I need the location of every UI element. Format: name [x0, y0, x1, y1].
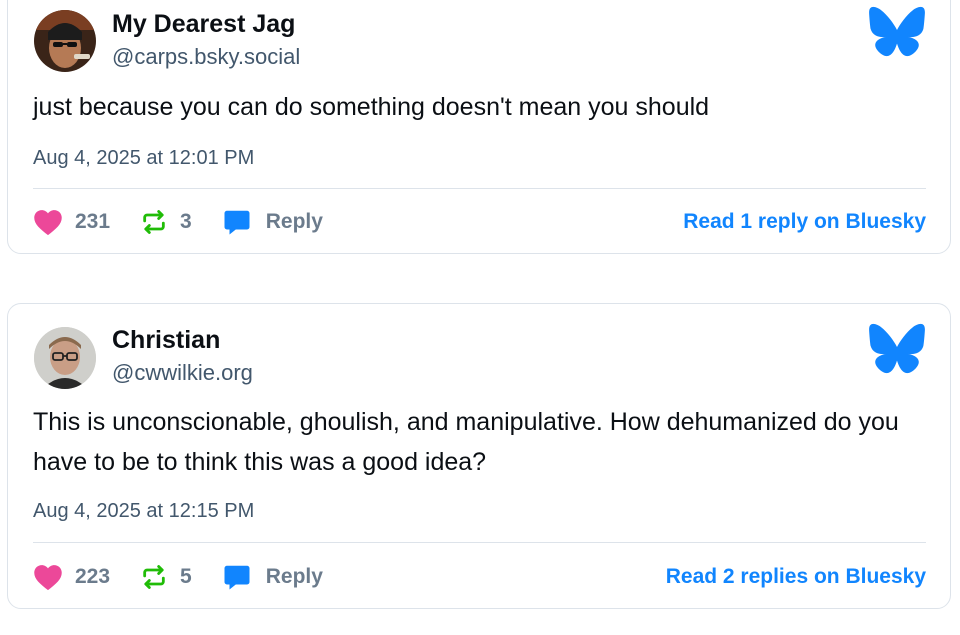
reply-label: Reply	[265, 210, 323, 233]
post-text: This is unconscionable, ghoulish, and ma…	[33, 408, 899, 476]
reply-button[interactable]: Reply	[222, 562, 323, 592]
post-actions: 231 3 Reply Read 1 reply on Bluesky	[33, 204, 926, 240]
repost-icon	[143, 565, 165, 589]
post-card[interactable]: My Dearest Jag @carps.bsky.social just b…	[7, 0, 951, 254]
post-card[interactable]: Christian @cwwilkie.org This is unconsci…	[7, 303, 951, 609]
repost-count: 5	[180, 565, 192, 588]
heart-icon	[34, 565, 62, 591]
bluesky-butterfly-icon[interactable]	[868, 323, 926, 374]
repost-button[interactable]: 5	[140, 563, 192, 591]
reply-bubble-icon	[224, 210, 250, 235]
post-date[interactable]: Aug 4, 2025 at 12:15 PM	[33, 500, 254, 523]
reply-bubble-icon	[224, 565, 250, 590]
like-count: 223	[75, 565, 111, 588]
read-replies-link[interactable]: Read 2 replies on Bluesky	[666, 565, 926, 589]
repost-count: 3	[180, 210, 192, 233]
read-replies-link[interactable]: Read 1 reply on Bluesky	[683, 210, 926, 234]
like-button[interactable]: 231	[33, 208, 110, 236]
avatar[interactable]	[34, 10, 96, 72]
post-text: just because you can do something doesn'…	[33, 93, 710, 121]
heart-icon	[34, 210, 62, 236]
reply-label: Reply	[265, 565, 323, 588]
author-handle[interactable]: @carps.bsky.social	[112, 44, 300, 70]
bluesky-butterfly-icon[interactable]	[868, 6, 926, 57]
divider	[33, 542, 926, 543]
divider	[33, 188, 926, 189]
author-handle[interactable]: @cwwilkie.org	[112, 360, 253, 386]
post-actions: 223 5 Reply Read 2 replies on Bluesky	[33, 559, 926, 595]
repost-icon	[143, 210, 165, 234]
reply-button[interactable]: Reply	[222, 207, 323, 237]
like-button[interactable]: 223	[33, 563, 110, 591]
author-name[interactable]: Christian	[112, 326, 220, 355]
avatar[interactable]	[34, 327, 96, 389]
author-name[interactable]: My Dearest Jag	[112, 10, 295, 39]
post-date[interactable]: Aug 4, 2025 at 12:01 PM	[33, 147, 254, 170]
like-count: 231	[75, 210, 111, 233]
repost-button[interactable]: 3	[140, 208, 192, 236]
